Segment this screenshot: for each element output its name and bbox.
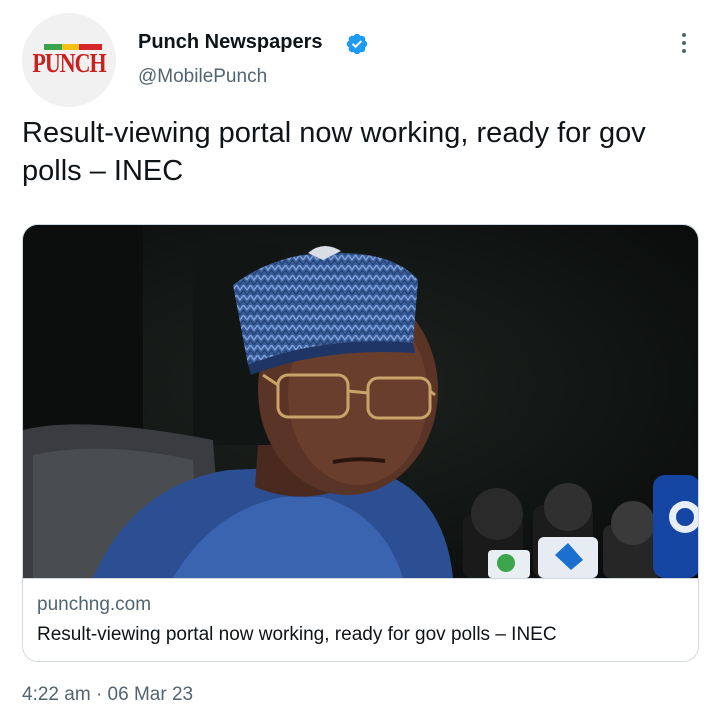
tweet-text: Result-viewing portal now working, ready…	[22, 117, 646, 187]
card-meta: punchng.com Result-viewing portal now wo…	[23, 578, 698, 661]
card-title: Result-viewing portal now working, ready…	[37, 624, 557, 645]
punch-logo: PUNCH	[32, 44, 107, 88]
card-image	[23, 225, 698, 578]
tweet-date[interactable]: 06 Mar 23	[108, 684, 194, 705]
timestamp-separator: ·	[95, 684, 103, 705]
tweet-time[interactable]: 4:22 am	[22, 684, 91, 705]
author-handle[interactable]: @MobilePunch	[138, 66, 267, 88]
more-vertical-icon[interactable]	[672, 29, 696, 57]
card-domain: punchng.com	[37, 594, 152, 615]
verified-badge-icon	[346, 33, 368, 55]
avatar[interactable]: PUNCH	[22, 13, 116, 107]
logo-text: PUNCH	[32, 46, 106, 78]
link-card[interactable]: punchng.com Result-viewing portal now wo…	[22, 224, 699, 662]
author-display-name[interactable]: Punch Newspapers	[138, 31, 323, 54]
timestamp[interactable]: 4:22 am · 06 Mar 23	[22, 684, 193, 706]
tweet: PUNCH Punch Newspapers @MobilePunch Resu…	[0, 0, 720, 714]
